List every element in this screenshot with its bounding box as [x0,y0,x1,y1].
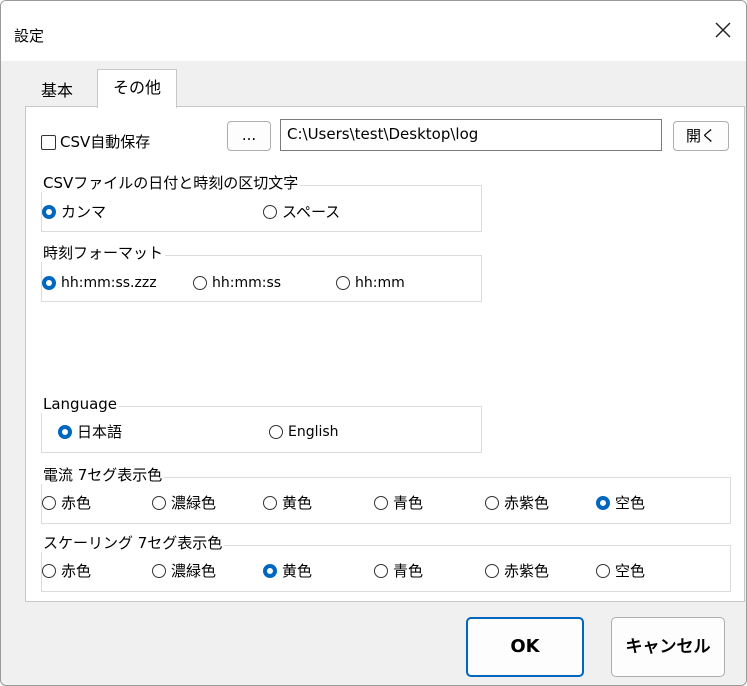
csv-path-field[interactable]: C:\Users\test\Desktop\log [280,119,662,151]
title-bar: 設定 [1,1,746,61]
scaling-color-skyblue-label: 空色 [615,562,646,580]
dialog-title: 設定 [14,27,45,45]
scaling-color-yellow-radio[interactable] [263,564,277,578]
scaling-color-skyblue-radio[interactable] [596,564,610,578]
scaling-color-darkgreen-radio[interactable] [152,564,166,578]
cancel-button[interactable]: キャンセル [611,617,725,677]
separator-group-title: CSVファイルの日付と時刻の区切文字 [41,174,301,192]
close-icon[interactable] [712,19,734,41]
separator-space-radio[interactable] [263,205,277,219]
language-japanese-label: 日本語 [77,423,123,441]
scaling-color-red-radio[interactable] [42,564,56,578]
tab-other[interactable]: その他 [97,69,177,108]
scaling-color-blue-label: 青色 [393,562,424,580]
current-color-blue-radio[interactable] [374,496,388,510]
settings-dialog: 設定 基本 その他 CSV自動保存 ... C:\Users\test\Desk… [0,0,747,686]
scaling-color-darkgreen-label: 濃緑色 [171,562,217,580]
language-english-radio[interactable] [269,425,283,439]
current-color-magenta-radio[interactable] [485,496,499,510]
browse-button[interactable]: ... [227,121,271,151]
scaling-color-magenta-label: 赤紫色 [504,562,550,580]
csv-autosave-checkbox[interactable] [41,135,56,150]
separator-comma-radio[interactable] [42,205,56,219]
separator-comma-label: カンマ [61,203,107,221]
tab-basic[interactable]: 基本 [29,76,85,106]
current-color-red-radio[interactable] [42,496,56,510]
scaling-color-magenta-radio[interactable] [485,564,499,578]
language-group-title: Language [41,395,120,413]
scaling-color-blue-radio[interactable] [374,564,388,578]
current-color-blue-label: 青色 [393,494,424,512]
time-format-mm-radio[interactable] [336,276,350,290]
current-color-yellow-radio[interactable] [263,496,277,510]
current-color-red-label: 赤色 [61,494,92,512]
current-color-skyblue-radio[interactable] [596,496,610,510]
separator-group [41,185,482,232]
current-color-group-title: 電流 7セグ表示色 [41,466,165,484]
current-color-darkgreen-radio[interactable] [152,496,166,510]
language-english-label: English [288,424,339,440]
time-format-mm-label: hh:mm [355,275,405,291]
open-button[interactable]: 開く [673,121,729,151]
scaling-color-red-label: 赤色 [61,562,92,580]
current-color-darkgreen-label: 濃緑色 [171,494,217,512]
ok-button[interactable]: OK [466,617,584,677]
time-format-ss-label: hh:mm:ss [212,275,282,291]
scaling-color-group-title: スケーリング 7セグ表示色 [41,534,225,552]
language-japanese-radio[interactable] [58,425,72,439]
current-color-yellow-label: 黄色 [282,494,313,512]
separator-space-label: スペース [282,203,341,221]
csv-autosave-label: CSV自動保存 [60,133,151,151]
time-format-zzz-label: hh:mm:ss.zzz [61,275,157,291]
time-format-ss-radio[interactable] [193,276,207,290]
time-format-group-title: 時刻フォーマット [41,244,166,262]
scaling-color-yellow-label: 黄色 [282,562,313,580]
current-color-magenta-label: 赤紫色 [504,494,550,512]
tab-panel-other: CSV自動保存 ... C:\Users\test\Desktop\log 開く… [25,106,745,602]
current-color-skyblue-label: 空色 [615,494,646,512]
time-format-zzz-radio[interactable] [42,276,56,290]
